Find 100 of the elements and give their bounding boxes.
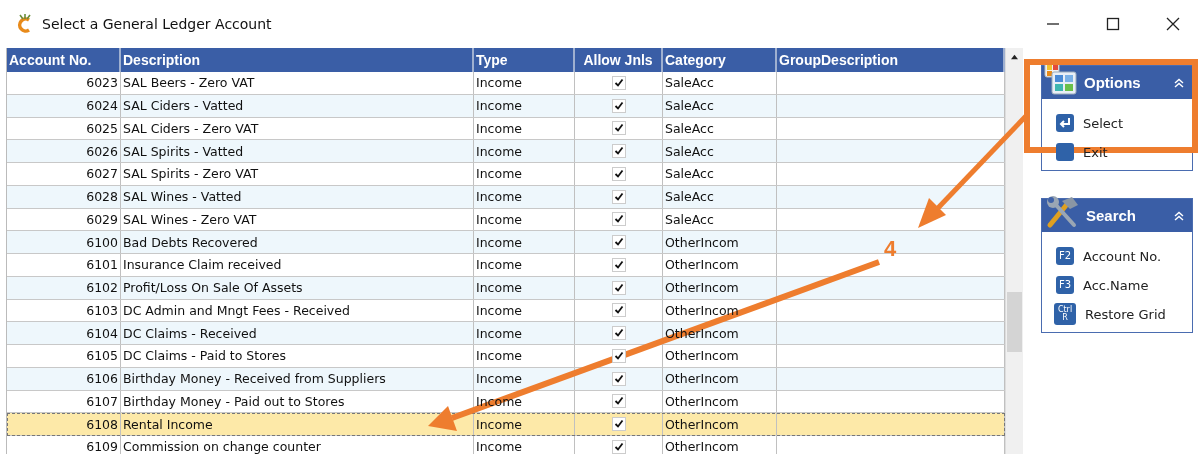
- app-logo-icon: [16, 14, 34, 34]
- table-cell[interactable]: OtherIncom: [663, 231, 777, 253]
- table-cell[interactable]: Income: [474, 208, 575, 231]
- checkbox[interactable]: [611, 417, 626, 432]
- table-cell[interactable]: 6104: [7, 322, 121, 344]
- scroll-up-arrow-icon[interactable]: [1010, 53, 1019, 60]
- table-cell[interactable]: OtherIncom: [663, 345, 777, 367]
- table-cell[interactable]: Income: [474, 231, 575, 253]
- table-cell[interactable]: Profit/Loss On Sale Of Assets: [121, 276, 474, 299]
- table-cell[interactable]: SaleAcc: [663, 163, 777, 185]
- table-cell[interactable]: 6024: [7, 94, 121, 117]
- table-cell[interactable]: SaleAcc: [663, 117, 777, 140]
- checkbox[interactable]: [611, 257, 626, 272]
- table-cell[interactable]: 6026: [7, 140, 121, 162]
- table-cell[interactable]: 6027: [7, 163, 121, 185]
- table-cell[interactable]: Rental Income: [121, 413, 474, 435]
- table-cell[interactable]: Income: [474, 254, 575, 276]
- checkbox[interactable]: [611, 394, 626, 409]
- checkbox[interactable]: [611, 235, 626, 250]
- table-cell[interactable]: 6101: [7, 254, 121, 276]
- panel-header[interactable]: Search: [1042, 199, 1192, 232]
- table-cell[interactable]: 6102: [7, 276, 121, 299]
- table-cell[interactable]: 6109: [7, 436, 121, 454]
- column-header[interactable]: Category: [663, 48, 777, 72]
- table-cell[interactable]: Income: [474, 140, 575, 162]
- table-cell[interactable]: SaleAcc: [663, 208, 777, 231]
- checkbox[interactable]: [611, 371, 626, 386]
- table-cell[interactable]: SAL Wines - Zero VAT: [121, 208, 474, 231]
- panel-item[interactable]: Select: [1056, 113, 1192, 133]
- scrollbar[interactable]: [1005, 48, 1023, 454]
- close-icon[interactable]: [1166, 17, 1180, 31]
- table-cell[interactable]: DC Claims - Received: [121, 322, 474, 344]
- checkbox[interactable]: [611, 303, 626, 318]
- table-cell[interactable]: OtherIncom: [663, 413, 777, 435]
- checkbox[interactable]: [611, 212, 626, 227]
- table-cell[interactable]: Income: [474, 322, 575, 344]
- table-cell[interactable]: 6100: [7, 231, 121, 253]
- table-cell[interactable]: Income: [474, 299, 575, 322]
- table-cell[interactable]: Income: [474, 436, 575, 454]
- table-cell[interactable]: Income: [474, 276, 575, 299]
- table-cell[interactable]: Income: [474, 345, 575, 367]
- table-cell[interactable]: OtherIncom: [663, 276, 777, 299]
- checkbox[interactable]: [611, 280, 626, 295]
- table-cell[interactable]: SAL Spirits - Zero VAT: [121, 163, 474, 185]
- table-cell[interactable]: Birthday Money - Received from Suppliers: [121, 367, 474, 390]
- table-cell[interactable]: SAL Beers - Zero VAT: [121, 72, 474, 94]
- table-cell[interactable]: 6103: [7, 299, 121, 322]
- panel-item[interactable]: F3 Acc.Name: [1056, 275, 1192, 295]
- table-cell[interactable]: DC Claims - Paid to Stores: [121, 345, 474, 367]
- table-cell[interactable]: OtherIncom: [663, 254, 777, 276]
- table-cell[interactable]: SAL Wines - Vatted: [121, 185, 474, 208]
- table-cell[interactable]: 6025: [7, 117, 121, 140]
- panel-header[interactable]: Options: [1042, 66, 1192, 99]
- column-header[interactable]: Account No.: [7, 48, 121, 72]
- checkbox[interactable]: [611, 166, 626, 181]
- checkbox[interactable]: [611, 348, 626, 363]
- table-cell[interactable]: Bad Debts Recovered: [121, 231, 474, 253]
- table-cell[interactable]: 6023: [7, 72, 121, 94]
- table-cell[interactable]: Income: [474, 163, 575, 185]
- table-cell[interactable]: Insurance Claim received: [121, 254, 474, 276]
- table-cell[interactable]: Income: [474, 117, 575, 140]
- table-cell[interactable]: 6028: [7, 185, 121, 208]
- column-header[interactable]: Description: [121, 48, 474, 72]
- table-cell[interactable]: SaleAcc: [663, 185, 777, 208]
- panel-item[interactable]: Ctrl R Restore Grid: [1056, 304, 1192, 324]
- table-cell[interactable]: 6029: [7, 208, 121, 231]
- checkbox[interactable]: [611, 121, 626, 136]
- maximize-icon[interactable]: [1106, 17, 1120, 31]
- column-header[interactable]: Type: [474, 48, 575, 72]
- checkbox[interactable]: [611, 144, 626, 159]
- table-cell[interactable]: 6105: [7, 345, 121, 367]
- table-cell[interactable]: 6107: [7, 390, 121, 413]
- table-cell[interactable]: Income: [474, 72, 575, 94]
- collapse-icon[interactable]: [1174, 210, 1184, 221]
- table-cell[interactable]: OtherIncom: [663, 299, 777, 322]
- column-header[interactable]: Allow Jnls: [575, 48, 663, 72]
- table-cell[interactable]: OtherIncom: [663, 390, 777, 413]
- checkbox[interactable]: [611, 326, 626, 341]
- collapse-icon[interactable]: [1174, 77, 1184, 88]
- table-cell[interactable]: SaleAcc: [663, 94, 777, 117]
- table-cell[interactable]: SAL Ciders - Zero VAT: [121, 117, 474, 140]
- scroll-thumb[interactable]: [1007, 292, 1022, 352]
- checkbox[interactable]: [611, 439, 626, 454]
- table-cell[interactable]: OtherIncom: [663, 367, 777, 390]
- table-cell[interactable]: Income: [474, 185, 575, 208]
- table-cell[interactable]: Income: [474, 94, 575, 117]
- checkbox[interactable]: [611, 98, 626, 113]
- table-cell[interactable]: 6108: [7, 413, 121, 435]
- panel-item[interactable]: F2 Account No.: [1056, 246, 1192, 266]
- checkbox[interactable]: [611, 189, 626, 204]
- table-cell[interactable]: 6106: [7, 367, 121, 390]
- table-cell[interactable]: SAL Ciders - Vatted: [121, 94, 474, 117]
- table-cell[interactable]: DC Admin and Mngt Fees - Received: [121, 299, 474, 322]
- checkbox[interactable]: [611, 75, 626, 90]
- table-cell[interactable]: SAL Spirits - Vatted: [121, 140, 474, 162]
- table-cell[interactable]: Income: [474, 413, 575, 435]
- table-cell[interactable]: OtherIncom: [663, 436, 777, 454]
- table-cell[interactable]: SaleAcc: [663, 72, 777, 94]
- table-cell[interactable]: Commission on change counter: [121, 436, 474, 454]
- table-cell[interactable]: SaleAcc: [663, 140, 777, 162]
